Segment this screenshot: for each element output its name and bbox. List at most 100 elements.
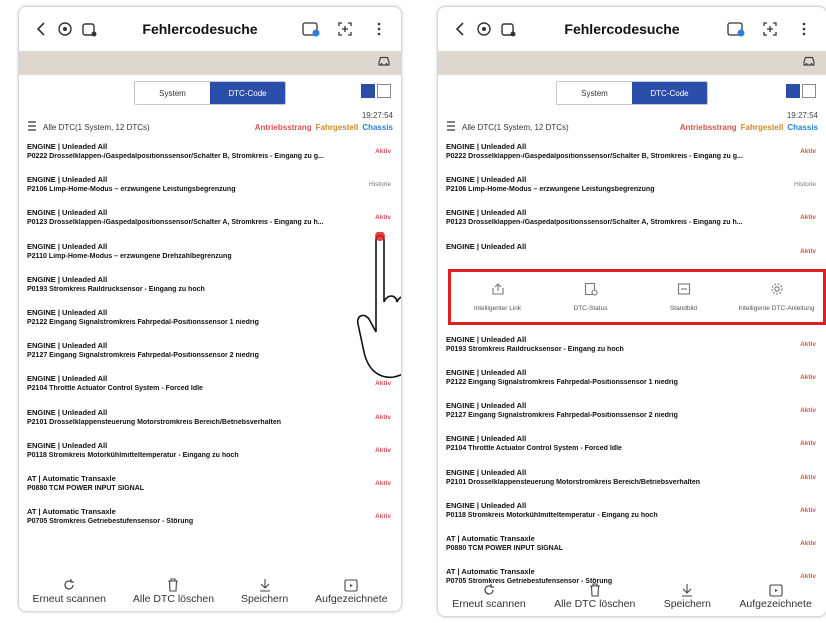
- back-icon[interactable]: [29, 17, 53, 41]
- left-screen: Fehlercodesuche System DTC-Code 19:27:54: [18, 6, 402, 612]
- filter-icon[interactable]: [446, 121, 456, 133]
- page-title: Fehlercodesuche: [142, 21, 258, 37]
- dtc-list-item[interactable]: ENGINE | Unleaded All Aktiv: [438, 238, 826, 271]
- list-view-icon[interactable]: [361, 84, 375, 98]
- screenshot-icon[interactable]: [333, 17, 357, 41]
- filter-chassis-tag[interactable]: Fahrgestell: [741, 123, 784, 132]
- dtc-list-item[interactable]: ENGINE | Unleaded All P2122 Eingang Signa…: [438, 364, 826, 397]
- dtc-description: P2106 Limp-Home-Modus – erzwungene Leist…: [27, 186, 236, 194]
- detail-view-icon[interactable]: [377, 84, 391, 98]
- dtc-module-title: ENGINE | Unleaded All: [27, 374, 108, 384]
- view-toggle[interactable]: [361, 84, 391, 98]
- recorded-button[interactable]: Aufgezeichnete: [315, 577, 388, 605]
- vehicle-connect-icon[interactable]: [77, 17, 101, 41]
- dtc-list-item[interactable]: ENGINE | Unleaded All P2104 Throttle Actu…: [438, 430, 826, 463]
- dtc-list-item[interactable]: ENGINE | Unleaded All P2106 Limp-Home-Mod…: [438, 171, 826, 204]
- dtc-list-item[interactable]: ENGINE | Unleaded All P0222 Drosselklappe…: [19, 138, 401, 171]
- dtc-status: Aktiv: [375, 513, 391, 521]
- dtc-description: P2104 Throttle Actuator Control System -…: [27, 385, 203, 393]
- dtc-module-title: ENGINE | Unleaded All: [27, 307, 108, 317]
- dtc-list-item[interactable]: ENGINE | Unleaded All P2101 Drosselklappe…: [438, 464, 826, 497]
- dtc-module-title: ENGINE | Unleaded All: [27, 208, 108, 218]
- menu-item-freeze-frame[interactable]: Standbild: [639, 282, 729, 312]
- menu-item-label: Standbild: [669, 305, 698, 312]
- dtc-list-item[interactable]: AT | Automatic Transaxle P0880 TCM POWER …: [438, 530, 826, 563]
- tab-system[interactable]: System: [135, 82, 210, 104]
- dtc-list-item[interactable]: ENGINE | Unleaded All P2110 Limp-Home-Mod…: [19, 238, 401, 271]
- list-view-icon[interactable]: [786, 84, 800, 98]
- dtc-status: Aktiv: [800, 148, 816, 155]
- dtc-list-item[interactable]: ENGINE | Unleaded All P2127 Eingang Signa…: [438, 397, 826, 430]
- filter-icon[interactable]: [27, 121, 37, 133]
- menu-item-label: Intelligente DTC-Anleitung: [738, 305, 815, 312]
- dtc-list-item[interactable]: ENGINE | Unleaded All P0118 Stromkreis Mo…: [19, 437, 401, 470]
- dtc-description: P2122 Eingang Signalstromkreis Fahrpedal…: [27, 318, 259, 326]
- view-toggle[interactable]: [786, 84, 816, 98]
- rescan-button[interactable]: Erneut scannen: [32, 577, 106, 605]
- dtc-list-item[interactable]: ENGINE | Unleaded All P0123 Drosselklappe…: [438, 204, 826, 237]
- bottom-bar: Erneut scannen Alle DTC löschen Speicher…: [19, 565, 401, 611]
- dtc-list-item[interactable]: AT | Automatic Transaxle P0880 TCM POWER …: [19, 470, 401, 503]
- menu-item-share[interactable]: Intelligenter Link: [453, 282, 543, 312]
- dtc-list-item[interactable]: ENGINE | Unleaded All P2101 Drosselklappe…: [19, 404, 401, 437]
- filter-powertrain[interactable]: Antriebsstrang: [680, 123, 737, 132]
- report-icon[interactable]: [299, 17, 323, 41]
- dtc-status: Aktiv: [800, 340, 816, 348]
- clear-all-dtc-button[interactable]: Alle DTC löschen: [554, 582, 635, 610]
- dtc-list-item[interactable]: ENGINE | Unleaded All P2104 Throttle Actu…: [19, 370, 401, 403]
- screenshot-icon[interactable]: [758, 17, 782, 41]
- timestamp: 19:27:54: [361, 111, 393, 120]
- vci-connection-icon[interactable]: [53, 17, 77, 41]
- dtc-description: P2104 Throttle Actuator Control System -…: [446, 445, 622, 453]
- dtc-status: Historie: [368, 181, 391, 189]
- clear-all-dtc-button[interactable]: Alle DTC löschen: [133, 577, 214, 605]
- dtc-description: P2122 Eingang Signalstromkreis Fahrpedal…: [446, 378, 678, 386]
- dtc-description: P2106 Limp-Home-Modus – erzwungene Leist…: [446, 186, 655, 194]
- more-menu-icon[interactable]: [367, 17, 391, 41]
- dtc-description: P2127 Eingang Signalstromkreis Fahrpedal…: [27, 352, 259, 360]
- dtc-module-title: ENGINE | Unleaded All: [446, 208, 527, 218]
- tab-dtc-code[interactable]: DTC-Code: [632, 82, 707, 104]
- dtc-list-item[interactable]: ENGINE | Unleaded All P0118 Stromkreis Mo…: [438, 497, 826, 530]
- dtc-status: Aktiv: [375, 446, 391, 454]
- menu-item-status[interactable]: DTC-Status: [546, 282, 636, 312]
- filter-powertrain[interactable]: Antriebsstrang: [255, 123, 312, 132]
- back-icon[interactable]: [448, 17, 472, 41]
- dtc-list-item[interactable]: ENGINE | Unleaded All P2127 Eingang Signa…: [19, 337, 401, 370]
- view-tabs: System DTC-Code: [438, 75, 826, 111]
- dtc-list-item[interactable]: ENGINE | Unleaded All P2106 Limp-Home-Mod…: [19, 171, 401, 204]
- view-tabs: System DTC-Code: [19, 75, 401, 111]
- dtc-list-item[interactable]: ENGINE | Unleaded All P0222 Drosselklappe…: [438, 138, 826, 171]
- dtc-list-item[interactable]: AT | Automatic Transaxle P0705 Stromkreis…: [19, 503, 401, 536]
- more-menu-icon[interactable]: [792, 17, 816, 41]
- filter-chassis-tag[interactable]: Fahrgestell: [316, 123, 359, 132]
- dtc-list-item[interactable]: ENGINE | Unleaded All P0123 Drosselklappe…: [19, 204, 401, 237]
- menu-item-label: Intelligenter Link: [473, 305, 522, 312]
- dtc-list-item[interactable]: ENGINE | Unleaded All P2122 Eingang Signa…: [19, 304, 401, 337]
- dtc-description: P0880 TCM POWER INPUT SIGNAL: [446, 544, 564, 552]
- dtc-list-right-bottom: ENGINE | Unleaded All P0193 Stromkreis Ra…: [438, 331, 826, 597]
- filter-chassis[interactable]: Chassis: [362, 123, 393, 132]
- dtc-list-item[interactable]: ENGINE | Unleaded All P0193 Stromkreis Ra…: [19, 271, 401, 304]
- dtc-module-title: ENGINE | Unleaded All: [446, 434, 527, 444]
- car-icon: [377, 54, 391, 72]
- menu-item-label: DTC-Status: [573, 305, 608, 312]
- save-button[interactable]: Speichern: [664, 582, 711, 610]
- rescan-button[interactable]: Erneut scannen: [452, 582, 526, 610]
- menu-item-gear[interactable]: Intelligente DTC-Anleitung: [732, 282, 822, 312]
- recorded-button[interactable]: Aufgezeichnete: [739, 582, 812, 610]
- vci-connection-icon[interactable]: [472, 17, 496, 41]
- tab-system[interactable]: System: [557, 82, 632, 104]
- dtc-list-item[interactable]: ENGINE | Unleaded All P0193 Stromkreis Ra…: [438, 331, 826, 364]
- dtc-module-title: ENGINE | Unleaded All: [446, 500, 527, 510]
- vehicle-connect-icon[interactable]: [496, 17, 520, 41]
- dtc-list-left: ENGINE | Unleaded All P0222 Drosselklappe…: [19, 138, 401, 536]
- dtc-module-title: ENGINE | Unleaded All: [446, 467, 527, 477]
- save-button[interactable]: Speichern: [241, 577, 288, 605]
- filter-chassis[interactable]: Chassis: [787, 123, 818, 132]
- tab-dtc-code[interactable]: DTC-Code: [210, 82, 285, 104]
- dtc-status: Aktiv: [800, 440, 816, 448]
- report-icon[interactable]: [724, 17, 748, 41]
- detail-view-icon[interactable]: [802, 84, 816, 98]
- download-icon: [681, 582, 693, 598]
